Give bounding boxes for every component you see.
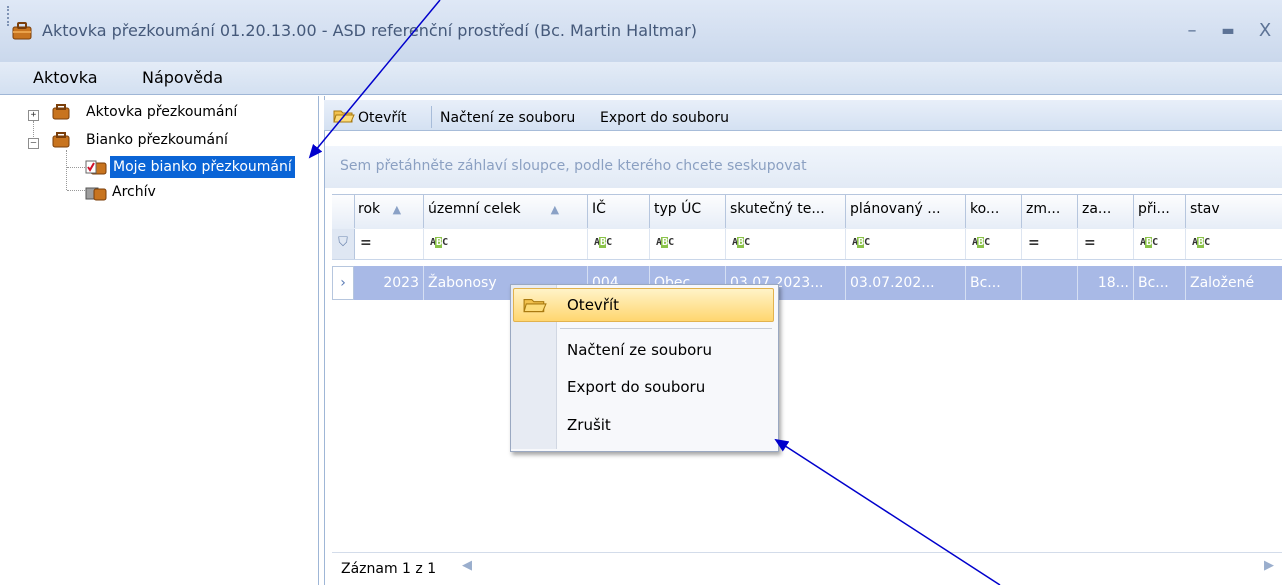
- menu-grip: [7, 6, 12, 26]
- menu-aktovka[interactable]: Aktovka: [25, 68, 106, 88]
- open-button[interactable]: Otevřít: [358, 109, 407, 127]
- column-header-ko[interactable]: ko...: [966, 194, 1022, 228]
- tree-item-bianko[interactable]: Bianko přezkoumání: [86, 129, 228, 151]
- cell-rok[interactable]: 2023: [354, 266, 424, 300]
- tree-line: [67, 167, 85, 168]
- archive-icon: [85, 187, 107, 201]
- grid-footer: [332, 552, 1282, 586]
- briefcase-icon: [12, 22, 32, 40]
- column-header-zm[interactable]: zm...: [1022, 194, 1078, 228]
- filter-cell-zm[interactable]: =: [1022, 229, 1078, 259]
- cell-pri[interactable]: Bc...: [1134, 266, 1186, 300]
- filter-cell-planovany[interactable]: ABC: [846, 229, 966, 259]
- row-indicator-icon: ›: [332, 266, 354, 300]
- checklist-briefcase-icon: [85, 160, 107, 175]
- tree-item-archiv[interactable]: Archív: [112, 181, 156, 203]
- column-header-planovany[interactable]: plánovaný ...: [846, 194, 966, 228]
- cell-za[interactable]: 18...: [1078, 266, 1134, 300]
- collapse-icon[interactable]: –: [28, 138, 39, 149]
- column-header-rok[interactable]: rok ▲: [354, 194, 424, 228]
- column-header-skutecny[interactable]: skutečný te...: [726, 194, 846, 228]
- column-header-pri[interactable]: při...: [1134, 194, 1186, 228]
- column-header-stav[interactable]: stav: [1186, 194, 1282, 228]
- tree-line: [66, 150, 67, 190]
- filter-cell-ko[interactable]: ABC: [966, 229, 1022, 259]
- filter-icon[interactable]: ⛉: [332, 229, 355, 259]
- menu-napoveda[interactable]: Nápověda: [134, 68, 231, 88]
- column-header-uzemni-celek[interactable]: územní celek ▲: [424, 194, 588, 228]
- tree-item-moje-bianko[interactable]: Moje bianko přezkoumání: [110, 156, 295, 178]
- context-menu-separator: [560, 328, 772, 329]
- briefcase-icon: [52, 132, 70, 148]
- record-counter: Záznam 1 z 1: [341, 561, 437, 577]
- context-load-from-file[interactable]: Načtení ze souboru: [567, 341, 712, 359]
- tree-item-aktovka[interactable]: Aktovka přezkoumání: [86, 101, 237, 123]
- tree-line: [67, 190, 85, 191]
- maximize-button[interactable]: ▬: [1214, 14, 1242, 48]
- briefcase-icon: [52, 104, 70, 120]
- cell-zm[interactable]: [1022, 266, 1078, 300]
- load-from-file-button[interactable]: Načtení ze souboru: [440, 109, 575, 127]
- context-cancel[interactable]: Zrušit: [567, 416, 611, 434]
- filter-cell-pri[interactable]: ABC: [1134, 229, 1186, 259]
- row-indicator-header: [332, 194, 355, 228]
- cell-ko[interactable]: Bc...: [966, 266, 1022, 300]
- toolbar-separator: [431, 106, 432, 128]
- context-open[interactable]: Otevřít: [567, 296, 619, 314]
- context-export-to-file[interactable]: Export do souboru: [567, 378, 705, 396]
- filter-cell-uzemni-celek[interactable]: ABC: [424, 229, 588, 259]
- filter-cell-za[interactable]: =: [1078, 229, 1134, 259]
- sort-asc-icon: ▲: [392, 203, 402, 216]
- cell-planovany[interactable]: 03.07.202...: [846, 266, 966, 300]
- expand-icon[interactable]: +: [28, 110, 39, 121]
- column-header-typ-uc[interactable]: typ ÚC: [650, 194, 726, 228]
- scroll-left-icon[interactable]: ◀: [462, 558, 472, 573]
- folder-open-icon: [523, 299, 547, 313]
- context-menu-highlight: [513, 288, 774, 322]
- filter-cell-typ-uc[interactable]: ABC: [650, 229, 726, 259]
- folder-open-icon: [333, 110, 355, 123]
- filter-cell-stav[interactable]: ABC: [1186, 229, 1282, 259]
- cell-stav[interactable]: Založené: [1186, 266, 1282, 300]
- filter-cell-rok[interactable]: =: [354, 229, 424, 259]
- filter-cell-skutecny[interactable]: ABC: [726, 229, 846, 259]
- minimize-button[interactable]: –: [1178, 14, 1206, 48]
- close-button[interactable]: X: [1251, 14, 1279, 48]
- filter-cell-ic[interactable]: ABC: [588, 229, 650, 259]
- group-hint: Sem přetáhněte záhlaví sloupce, podle kt…: [340, 158, 807, 174]
- scroll-right-icon[interactable]: ▶: [1264, 558, 1274, 573]
- window-title: Aktovka přezkoumání 01.20.13.00 - ASD re…: [42, 21, 697, 40]
- export-to-file-button[interactable]: Export do souboru: [600, 109, 729, 127]
- sort-asc-icon: ▲: [550, 203, 560, 216]
- column-header-za[interactable]: za...: [1078, 194, 1134, 228]
- column-header-ic[interactable]: IČ: [588, 194, 650, 228]
